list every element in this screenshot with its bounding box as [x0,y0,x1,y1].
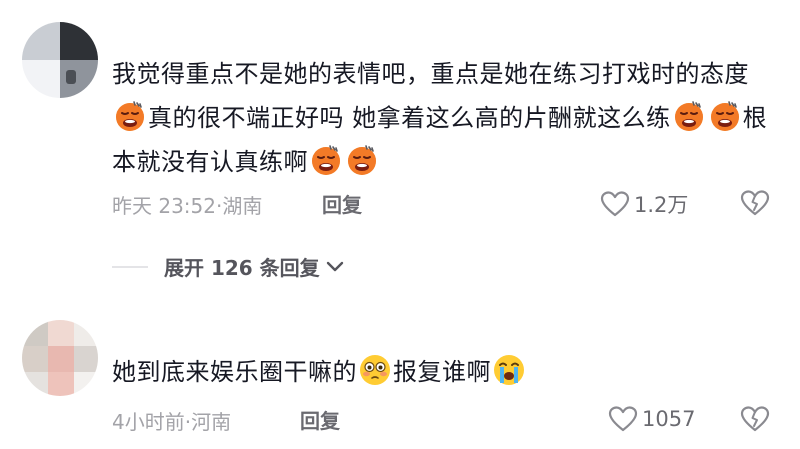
broken-heart-icon [740,190,770,216]
broken-heart-icon [740,406,770,432]
heart-icon [600,191,630,217]
reply-button[interactable]: 回复 [300,405,340,434]
dislike-button[interactable] [740,189,770,221]
heart-icon [608,406,638,432]
comment-text-segment: 她到底来娱乐圈干嘛的 [112,358,357,386]
reply-button[interactable]: 回复 [322,189,362,218]
comment-meta: 4小时前·河南 [112,410,232,434]
crying-face-emoji-icon [492,353,526,387]
like-count: 1057 [642,407,696,431]
avatar[interactable] [22,320,98,396]
pouting-face-emoji-icon [309,143,343,177]
comment-text-segment: 我觉得重点不是她的表情吧，重点是她在练习打戏时的态度 [112,60,749,88]
comment-text: 我觉得重点不是她的表情吧，重点是她在练习打戏时的态度 真的很不端正好吗 她拿着这… [112,52,772,184]
comment-text-segment: 报复谁啊 [393,358,491,386]
like-count: 1.2万 [634,193,689,217]
like-button[interactable]: 1057 [608,405,695,433]
pouting-face-emoji-icon [113,99,147,133]
expand-replies-button[interactable]: 展开 126 条回复 [112,252,344,281]
comment-meta: 昨天 23:52·湖南 [112,194,263,218]
avatar[interactable] [22,22,98,98]
flushed-face-emoji-icon [358,353,392,387]
pouting-face-emoji-icon [345,143,379,177]
expand-replies-label: 展开 126 条回复 [164,256,320,280]
comment-text-segment: 真的很不端正好吗 她拿着这么高的片酬就这么练 [148,104,671,132]
pouting-face-emoji-icon [672,99,706,133]
pouting-face-emoji-icon [708,99,742,133]
comment-text: 她到底来娱乐圈干嘛的 报复谁啊 [112,350,772,394]
like-button[interactable]: 1.2万 [600,189,688,219]
dislike-button[interactable] [740,405,770,437]
expand-divider [112,265,148,268]
chevron-down-icon [326,261,343,271]
